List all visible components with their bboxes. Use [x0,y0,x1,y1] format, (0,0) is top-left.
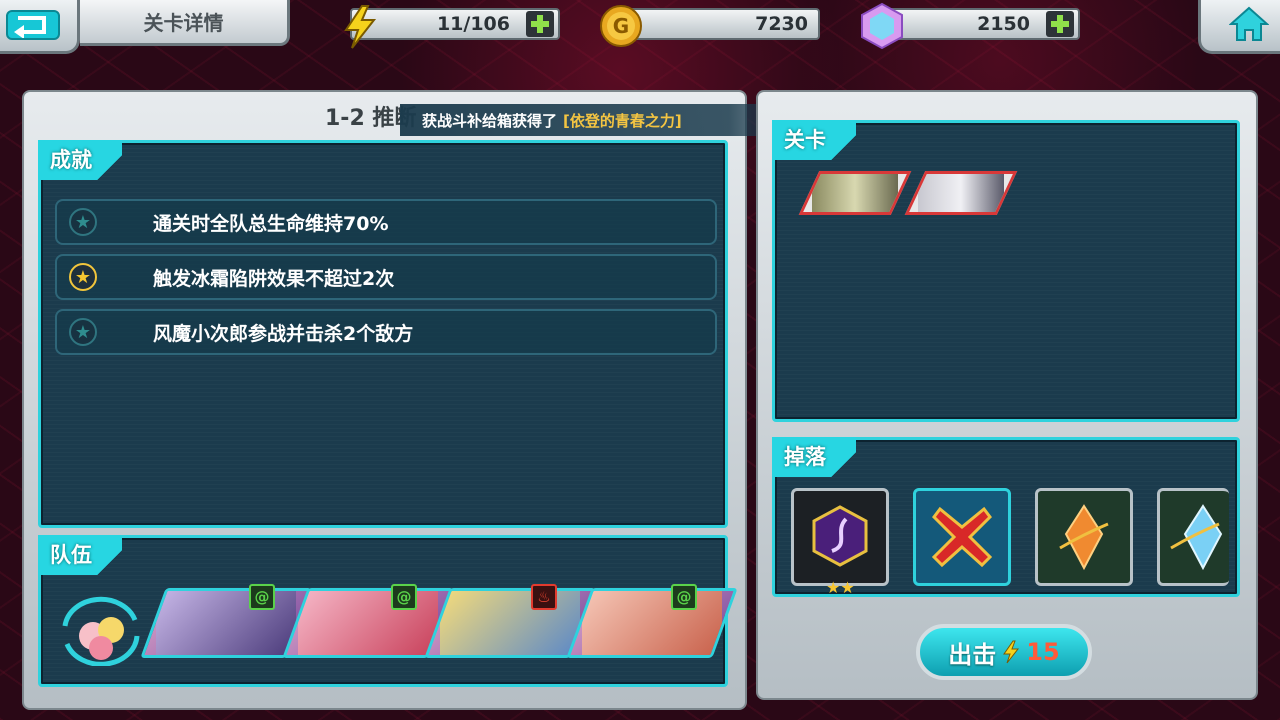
sortie-label: 出击 [948,640,997,669]
purple-rune-icon [812,505,868,567]
lightning-icon [1003,640,1020,664]
achievement-text: 通关时全队总生命维持70% [153,212,389,235]
fire-element-icon: ♨ [531,584,557,610]
drop-item[interactable] [913,488,1011,586]
blue-crystal-icon [1169,504,1222,570]
drop-item[interactable] [1157,488,1229,586]
achievement-row: ★ 触发冰霜陷阱效果不超过2次 [55,254,717,300]
enemy-card[interactable] [904,171,1018,215]
svg-text:G: G [613,14,629,38]
plus-icon [1051,15,1069,33]
gem-icon [861,2,903,50]
drops-panel: 掉落 ★★ [772,437,1240,597]
hero-portrait [440,591,580,655]
team-swap-icon [62,596,140,667]
page-title: 关卡详情 [80,0,290,46]
sortie-cost: 15 [1026,638,1060,666]
enemies-tab: 关卡 [772,120,856,160]
red-x-icon [931,506,993,568]
enemy-portrait [812,174,898,212]
back-button[interactable] [0,0,80,54]
wind-element-icon: @ [671,584,697,610]
gold-bar: G 7230 [600,5,820,47]
home-icon [1229,6,1269,41]
sortie-button[interactable]: 出击 15 [916,624,1092,680]
star-rating-icon: ★★ [826,578,855,597]
plus-icon [531,15,549,33]
back-arrow-icon [6,10,60,40]
add-energy-button[interactable] [526,11,554,37]
achievement-text: 触发冰霜陷阱效果不超过2次 [153,267,395,290]
team-swap-button[interactable] [55,596,147,667]
star-icon: ★ [69,263,97,291]
hero-portrait [156,591,296,655]
home-button[interactable] [1198,0,1280,54]
energy-value: 11/106 [436,13,510,35]
enemies-panel: 关卡 [772,120,1240,422]
achievement-text: 风魔小次郎参战并击杀2个敌方 [153,322,414,345]
page-title-text: 关卡详情 [143,11,224,35]
team-tab: 队伍 [38,535,122,575]
orange-crystal-icon [1059,504,1109,570]
hero-portrait [582,591,722,655]
gem-value: 2150 [977,13,1030,35]
energy-bar: 11/106 [344,5,560,49]
wind-element-icon: @ [391,584,417,610]
achievement-row: ★ 风魔小次郎参战并击杀2个敌方 [55,309,717,355]
wind-element-icon: @ [249,584,275,610]
hero-portrait [298,591,438,655]
team-panel: 队伍 @ @ ♨ @ [38,535,738,687]
drop-item[interactable] [1035,488,1133,586]
enemy-portrait [918,174,1004,212]
notice-text: 获战斗补给箱获得了 [422,111,558,130]
star-icon: ★ [69,318,97,346]
lightning-icon [344,5,377,49]
gold-coin-icon: G [600,5,642,47]
gem-bar: 2150 [861,2,1080,50]
gold-value: 7230 [755,13,808,35]
drops-tab: 掉落 [772,437,856,477]
hero-card[interactable] [566,588,738,658]
enemy-card[interactable] [798,171,912,215]
star-icon: ★ [69,208,97,236]
achievements-tab: 成就 [38,140,122,180]
achievements-panel: 成就 ★ 通关时全队总生命维持70% ★ 触发冰霜陷阱效果不超过2次 ★ 风魔小… [38,140,728,528]
notice-item: [依登的青春之力] [563,111,682,130]
achievement-row: ★ 通关时全队总生命维持70% [55,199,717,245]
add-gems-button[interactable] [1046,11,1074,37]
drop-item[interactable]: ★★ [791,488,889,597]
